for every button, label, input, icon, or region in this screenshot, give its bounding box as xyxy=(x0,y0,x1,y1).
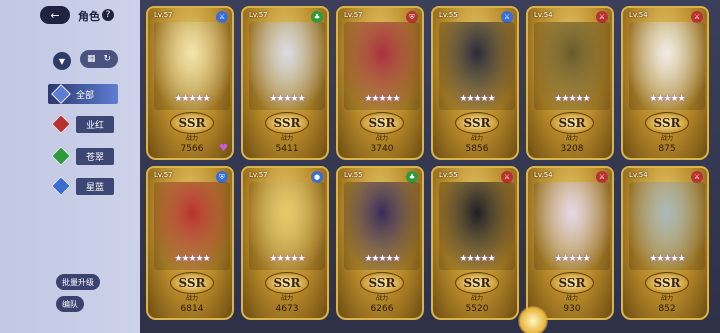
rarity-badge: SSR xyxy=(360,272,404,294)
rarity-badge: SSR xyxy=(360,112,404,134)
power-label: 战力 xyxy=(660,135,673,142)
power-value: 875 xyxy=(658,144,676,154)
star-rating: ★★★★★ xyxy=(554,254,590,264)
category-red-label: 业红 xyxy=(76,115,115,133)
card-level: Lv.55 xyxy=(439,171,458,179)
character-card[interactable]: Lv.55 ♣ ★★★★★ SSR 战力 6266 xyxy=(336,166,424,320)
rarity-badge: SSR xyxy=(550,272,594,294)
power-value: 5411 xyxy=(275,144,299,154)
rarity-badge: SSR xyxy=(265,272,309,294)
character-card[interactable]: Lv.54 ⚔ ★★★★★ SSR 战力 875 xyxy=(621,6,709,160)
power-value: 5856 xyxy=(465,144,489,154)
glow-orb xyxy=(518,306,548,333)
character-card[interactable]: Lv.57 ♣ ★★★★★ SSR 战力 5411 xyxy=(241,6,329,160)
category-red[interactable]: 业红 xyxy=(48,114,118,134)
star-rating: ★★★★★ xyxy=(459,254,495,264)
power-value: 852 xyxy=(658,304,676,314)
favorite-heart-icon[interactable]: ♥ xyxy=(219,143,228,154)
star-rating: ★★★★★ xyxy=(174,254,210,264)
character-card[interactable]: Lv.55 ⚔ ★★★★★ SSR 战力 5856 xyxy=(431,6,519,160)
category-all-badge xyxy=(51,84,71,104)
star-rating: ★★★★★ xyxy=(649,254,685,264)
refresh-icon: ↻ xyxy=(103,54,112,64)
view-toggle-button[interactable]: ▦ ↻ xyxy=(80,50,118,68)
rarity-badge: SSR xyxy=(455,112,499,134)
formation-label: 编队 xyxy=(62,299,78,309)
rarity-badge: SSR xyxy=(170,112,214,134)
help-icon[interactable]: ? xyxy=(102,9,114,21)
formation-button[interactable]: 编队 xyxy=(56,296,84,312)
character-card[interactable]: Lv.57 ⛨ ★★★★★ SSR 战力 6814 xyxy=(146,166,234,320)
power-label: 战力 xyxy=(660,295,673,302)
character-card[interactable]: Lv.55 ⚔ ★★★★★ SSR 战力 5520 xyxy=(431,166,519,320)
card-level: Lv.57 xyxy=(249,171,268,179)
power-label: 战力 xyxy=(375,295,388,302)
star-rating: ★★★★★ xyxy=(364,94,400,104)
category-all-label: 全部 xyxy=(76,90,95,101)
category-blue-label: 星蓝 xyxy=(76,177,115,195)
power-label: 战力 xyxy=(565,295,578,302)
power-label: 战力 xyxy=(185,295,198,302)
power-label: 战力 xyxy=(565,135,578,142)
power-label: 战力 xyxy=(470,135,483,142)
left-panel: ← 角色 ? ▼ ▦ ↻ 全部 业红 苍翠 星蓝 批量升级 编队 xyxy=(0,0,140,333)
card-level: Lv.54 xyxy=(534,11,553,19)
star-rating: ★★★★★ xyxy=(174,94,210,104)
category-all[interactable]: 全部 xyxy=(48,84,118,104)
character-card[interactable]: Lv.57 ● ★★★★★ SSR 战力 4673 xyxy=(241,166,329,320)
power-label: 战力 xyxy=(280,295,293,302)
grid-icon: ▦ xyxy=(86,54,96,64)
power-value: 3208 xyxy=(560,144,584,154)
category-green[interactable]: 苍翠 xyxy=(48,146,118,166)
filter-button[interactable]: ▼ xyxy=(53,52,71,70)
character-card[interactable]: Lv.54 ⚔ ★★★★★ SSR 战力 930 xyxy=(526,166,614,320)
rarity-badge: SSR xyxy=(455,272,499,294)
category-green-badge xyxy=(51,146,71,166)
batch-upgrade-button[interactable]: 批量升级 xyxy=(56,274,100,290)
card-level: Lv.54 xyxy=(534,171,553,179)
rarity-badge: SSR xyxy=(645,272,689,294)
character-grid: Lv.57 ⚔ ★★★★★ SSR 战力 7566 ♥ Lv.57 ♣ ★★★★★ SSR 战力 541… xyxy=(140,0,720,333)
card-level: Lv.54 xyxy=(629,11,648,19)
category-red-badge xyxy=(51,114,71,134)
card-level: Lv.57 xyxy=(154,171,173,179)
power-value: 6266 xyxy=(370,304,394,314)
star-rating: ★★★★★ xyxy=(269,94,305,104)
back-button[interactable]: ← xyxy=(40,6,70,24)
power-value: 5520 xyxy=(465,304,489,314)
character-card[interactable]: Lv.54 ⚔ ★★★★★ SSR 战力 852 xyxy=(621,166,709,320)
rarity-badge: SSR xyxy=(170,272,214,294)
rarity-badge: SSR xyxy=(645,112,689,134)
category-blue[interactable]: 星蓝 xyxy=(48,176,118,196)
card-level: Lv.57 xyxy=(154,11,173,19)
power-label: 战力 xyxy=(470,295,483,302)
category-blue-badge xyxy=(51,176,71,196)
back-arrow-icon: ← xyxy=(50,8,60,22)
power-label: 战力 xyxy=(185,135,198,142)
rarity-badge: SSR xyxy=(265,112,309,134)
card-level: Lv.57 xyxy=(344,11,363,19)
star-rating: ★★★★★ xyxy=(649,94,685,104)
power-value: 3740 xyxy=(370,144,394,154)
star-rating: ★★★★★ xyxy=(459,94,495,104)
rarity-badge: SSR xyxy=(550,112,594,134)
character-card[interactable]: Lv.57 ⛨ ★★★★★ SSR 战力 3740 xyxy=(336,6,424,160)
batch-upgrade-label: 批量升级 xyxy=(62,277,94,287)
character-card[interactable]: Lv.54 ⚔ ★★★★★ SSR 战力 3208 xyxy=(526,6,614,160)
card-level: Lv.55 xyxy=(344,171,363,179)
power-label: 战力 xyxy=(375,135,388,142)
power-value: 4673 xyxy=(275,304,299,314)
star-rating: ★★★★★ xyxy=(269,254,305,264)
character-card[interactable]: Lv.57 ⚔ ★★★★★ SSR 战力 7566 ♥ xyxy=(146,6,234,160)
filter-icon: ▼ xyxy=(58,56,66,66)
category-green-label: 苍翠 xyxy=(76,147,115,165)
power-value: 6814 xyxy=(180,304,204,314)
page-title: 角色 xyxy=(78,10,100,23)
card-level: Lv.57 xyxy=(249,11,268,19)
card-level: Lv.55 xyxy=(439,11,458,19)
card-level: Lv.54 xyxy=(629,171,648,179)
power-label: 战力 xyxy=(280,135,293,142)
star-rating: ★★★★★ xyxy=(364,254,400,264)
star-rating: ★★★★★ xyxy=(554,94,590,104)
